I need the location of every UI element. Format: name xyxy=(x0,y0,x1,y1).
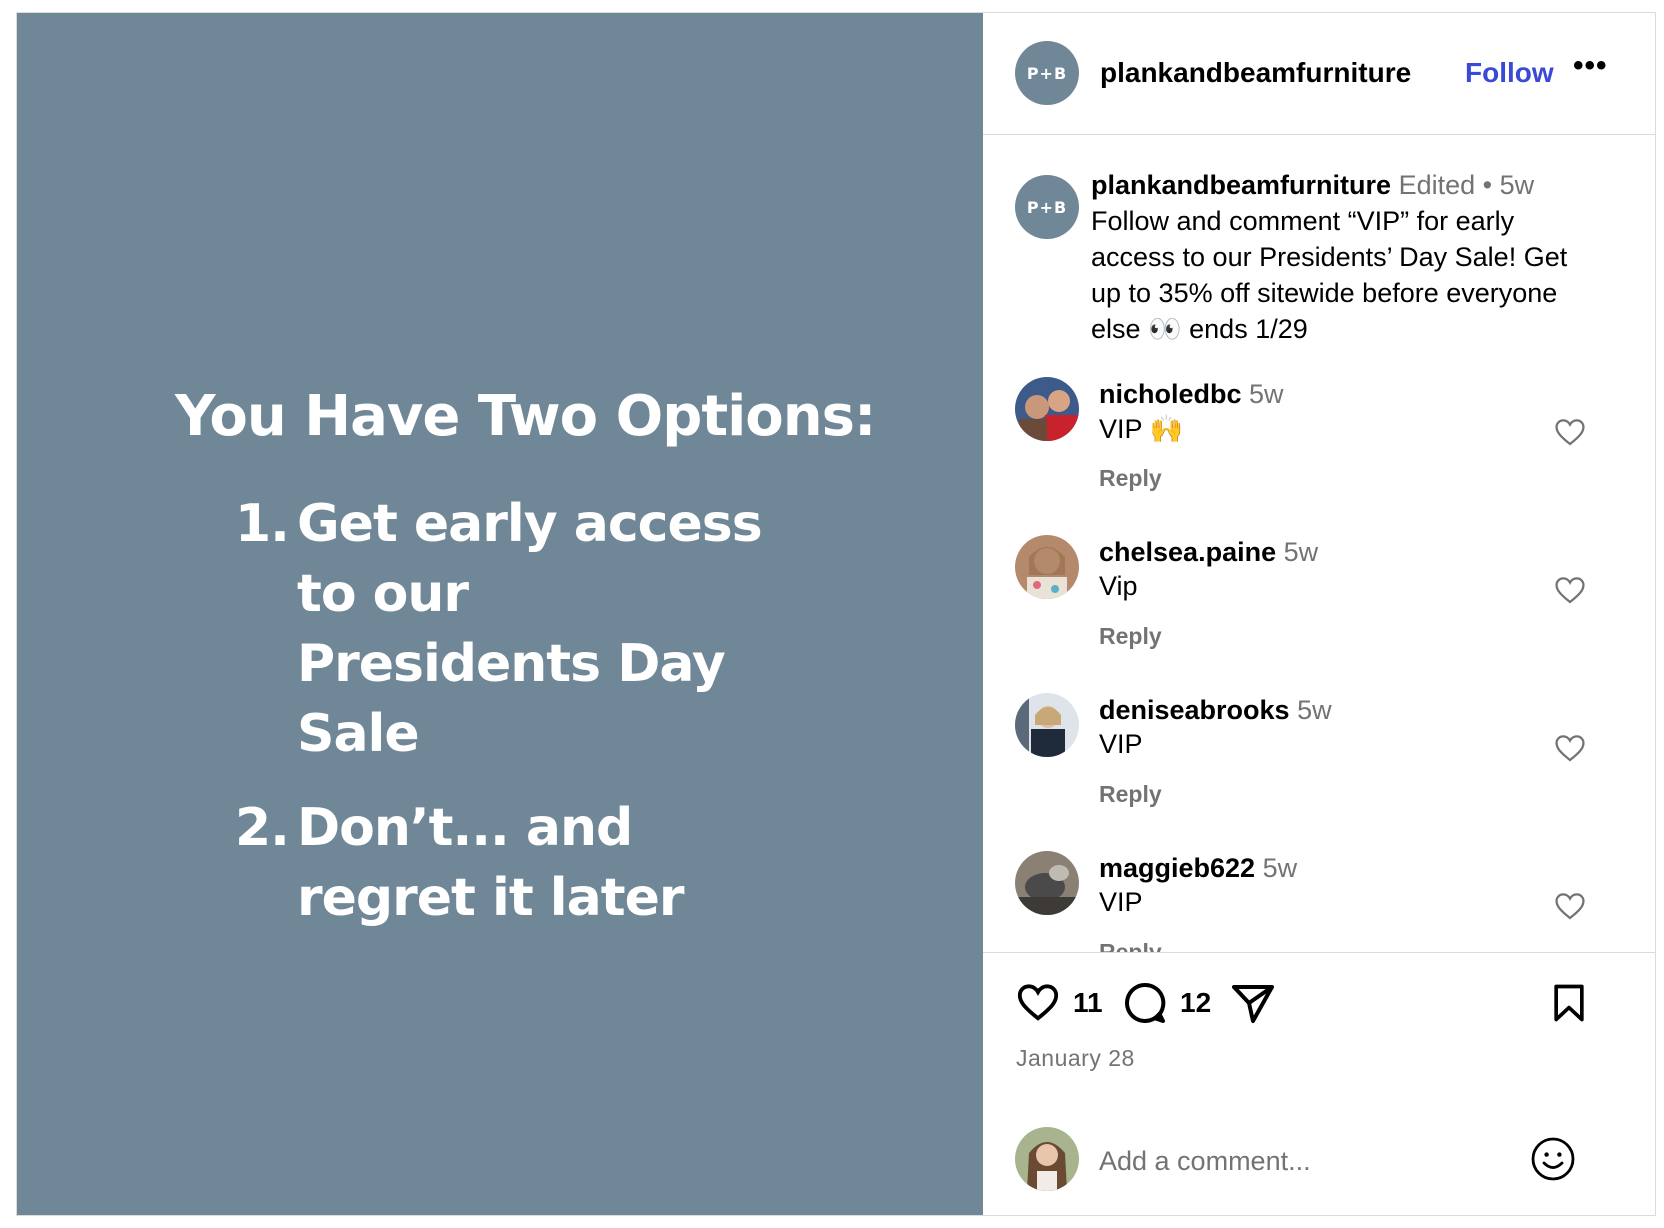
comment-text: VIP xyxy=(1099,729,1143,759)
option-text: Get early access to our Presidents Day S… xyxy=(297,494,763,765)
add-comment-bar xyxy=(983,1121,1655,1215)
follow-button[interactable]: Follow xyxy=(1465,57,1554,89)
comment-text: VIP 🙌 xyxy=(1099,414,1184,444)
image-heading: You Have Two Options: xyxy=(175,384,876,449)
comment-item: maggieb622 5w VIP Reply xyxy=(983,851,1655,952)
commenter-username[interactable]: chelsea.paine xyxy=(1099,537,1276,567)
comment-item: deniseabrooks 5w VIP Reply xyxy=(983,693,1655,843)
emoji-smiley-icon[interactable] xyxy=(1529,1135,1577,1183)
caption-timestamp[interactable]: 5w xyxy=(1500,170,1535,200)
option-number: 2. xyxy=(235,798,290,859)
add-comment-input[interactable] xyxy=(1099,1139,1499,1183)
reply-button[interactable]: Reply xyxy=(1099,465,1162,492)
comment-timestamp[interactable]: 5w xyxy=(1263,853,1298,883)
comment-bubble-icon[interactable] xyxy=(1121,979,1169,1027)
author-avatar[interactable]: P+B xyxy=(1015,41,1079,105)
comment-like-heart-icon[interactable] xyxy=(1553,889,1587,923)
comment-text: Vip xyxy=(1099,571,1138,601)
commenter-avatar[interactable] xyxy=(1015,851,1079,915)
caption-body: plankandbeamfurniture Edited • 5w Follow… xyxy=(1091,167,1591,347)
image-text: You Have Two Options: 1. Get early acces… xyxy=(175,384,876,957)
post-frame: You Have Two Options: 1. Get early acces… xyxy=(16,12,1656,1216)
option-text: Don’t... and regret it later xyxy=(297,798,684,929)
comment-like-heart-icon[interactable] xyxy=(1553,573,1587,607)
comment-timestamp[interactable]: 5w xyxy=(1297,695,1332,725)
comment-like-heart-icon[interactable] xyxy=(1553,415,1587,449)
like-count[interactable]: 11 xyxy=(1073,987,1103,1019)
commenter-username[interactable]: deniseabrooks xyxy=(1099,695,1290,725)
image-options-list: 1. Get early access to our Presidents Da… xyxy=(235,489,875,933)
caption-username[interactable]: plankandbeamfurniture xyxy=(1091,170,1391,200)
bookmark-save-icon[interactable] xyxy=(1547,979,1591,1027)
post-header: P+B plankandbeamfurniture Follow ••• xyxy=(983,13,1655,135)
like-heart-icon[interactable] xyxy=(1013,979,1063,1025)
comment-header: chelsea.paine 5w xyxy=(1099,537,1318,568)
commenter-username[interactable]: maggieb622 xyxy=(1099,853,1255,883)
comment-header: nicholedbc 5w xyxy=(1099,379,1284,410)
more-options-icon[interactable]: ••• xyxy=(1573,49,1608,83)
comment-count[interactable]: 12 xyxy=(1180,987,1211,1019)
caption-text: Follow and comment “VIP” for early acces… xyxy=(1091,206,1568,344)
post-date[interactable]: January 28 xyxy=(1016,1045,1135,1072)
caption-avatar[interactable]: P+B xyxy=(1015,175,1079,239)
image-option: 2. Don’t... and regret it later xyxy=(235,793,875,933)
image-option: 1. Get early access to our Presidents Da… xyxy=(235,489,875,769)
share-send-icon[interactable] xyxy=(1229,979,1277,1027)
comment-item: chelsea.paine 5w Vip Reply xyxy=(983,535,1655,685)
comment-like-heart-icon[interactable] xyxy=(1553,731,1587,765)
commenter-avatar[interactable] xyxy=(1015,377,1079,441)
commenter-avatar[interactable] xyxy=(1015,693,1079,757)
commenter-username[interactable]: nicholedbc xyxy=(1099,379,1242,409)
meta-separator: • xyxy=(1482,170,1493,200)
comment-timestamp[interactable]: 5w xyxy=(1249,379,1284,409)
post-side-panel: P+B plankandbeamfurniture Follow ••• P+B… xyxy=(983,13,1655,1215)
comment-header: maggieb622 5w xyxy=(1099,853,1297,884)
current-user-avatar[interactable] xyxy=(1015,1127,1079,1191)
comment-item: nicholedbc 5w VIP 🙌 Reply xyxy=(983,377,1655,527)
reply-button[interactable]: Reply xyxy=(1099,623,1162,650)
option-number: 1. xyxy=(235,494,290,555)
reply-button[interactable]: Reply xyxy=(1099,781,1162,808)
comment-timestamp[interactable]: 5w xyxy=(1284,537,1319,567)
commenter-avatar[interactable] xyxy=(1015,535,1079,599)
author-username[interactable]: plankandbeamfurniture xyxy=(1100,57,1411,89)
reply-button[interactable]: Reply xyxy=(1099,939,1162,952)
comment-header: deniseabrooks 5w xyxy=(1099,695,1332,726)
comments-list[interactable]: P+B plankandbeamfurniture Edited • 5w Fo… xyxy=(983,135,1655,953)
post-image[interactable]: You Have Two Options: 1. Get early acces… xyxy=(17,13,983,1215)
post-actions-bar: 11 12 January 28 xyxy=(983,953,1655,1103)
comment-text: VIP xyxy=(1099,887,1143,917)
edited-label: Edited xyxy=(1398,170,1476,200)
